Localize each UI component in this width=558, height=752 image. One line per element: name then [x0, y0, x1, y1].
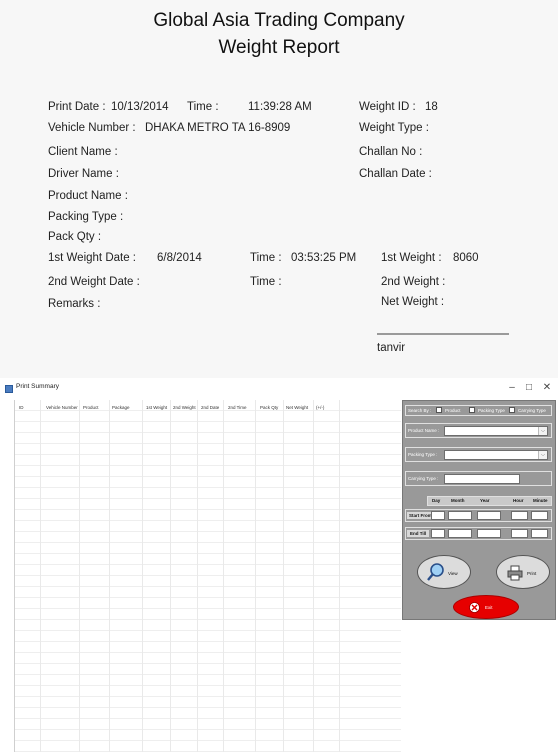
first-time-label: Time :: [250, 252, 282, 264]
print-summary-window: Print Summary – □ ✕ ID Vehicle Number Pr…: [0, 378, 558, 752]
end-till-label: End Till: [407, 530, 430, 537]
close-button[interactable]: ✕: [540, 381, 554, 395]
window-title: Print Summary: [16, 383, 59, 390]
hour-header: Hour: [513, 498, 524, 503]
packing-option-label: Packing Type: [478, 408, 505, 413]
weight-report: Global Asia Trading Company Weight Repor…: [0, 0, 558, 378]
product-option-label: Product: [445, 408, 461, 413]
column-header-product[interactable]: Product: [83, 405, 99, 410]
print-time-label: Time :: [187, 101, 219, 113]
title-bar[interactable]: Print Summary – □ ✕: [0, 378, 558, 400]
chevron-down-icon[interactable]: ⌵: [538, 451, 547, 459]
year-header: Year: [480, 498, 490, 503]
carrying-option-label: Carrying Type: [518, 408, 546, 413]
end-month-input[interactable]: [448, 529, 472, 538]
pack-qty-label: Pack Qty :: [48, 231, 102, 243]
column-header-vehicle-number[interactable]: Vehicle Number: [46, 405, 78, 410]
company-name: Global Asia Trading Company: [153, 10, 405, 31]
second-time-label: Time :: [250, 276, 282, 288]
client-label: Client Name :: [48, 146, 118, 158]
packing-label: Packing Type :: [48, 211, 124, 223]
remarks-label: Remarks :: [48, 298, 101, 310]
start-hour-input[interactable]: [511, 511, 528, 520]
column-header-package[interactable]: Package: [112, 405, 130, 410]
net-weight-label: Net Weight :: [381, 296, 445, 308]
packing-type-select[interactable]: ⌵: [444, 450, 548, 460]
product-checkbox[interactable]: [436, 407, 442, 413]
product-name-select[interactable]: ⌵: [444, 426, 548, 436]
print-date-value: 10/13/2014: [111, 101, 169, 113]
column-header-id[interactable]: ID: [19, 405, 24, 410]
search-panel: Search By : Product Packing Type Carryin…: [402, 400, 556, 620]
print-button[interactable]: Print: [496, 555, 550, 589]
magnifier-icon: [427, 563, 444, 581]
report-title: Weight Report: [218, 37, 340, 58]
second-weight-date-label: 2nd Weight Date :: [48, 276, 140, 288]
weight-id-label: Weight ID :: [359, 101, 416, 113]
first-time-value: 03:53:25 PM: [291, 252, 357, 264]
exit-button-label: Exit: [485, 605, 493, 610]
second-weight-label: 2nd Weight :: [381, 276, 446, 288]
day-header: Day: [432, 498, 441, 503]
product-name-label: Product Name :: [408, 428, 440, 433]
driver-label: Driver Name :: [48, 168, 119, 180]
vehicle-label: Vehicle Number :: [48, 122, 136, 134]
column-header-second-date[interactable]: 2nd Date: [201, 405, 219, 410]
start-minute-input[interactable]: [531, 511, 548, 520]
print-date-label: Print Date :: [48, 101, 106, 113]
end-minute-input[interactable]: [531, 529, 548, 538]
column-header-second-time[interactable]: 2nd Time: [228, 405, 247, 410]
start-month-input[interactable]: [448, 511, 472, 520]
vehicle-value: DHAKA METRO TA 16-8909: [145, 122, 291, 134]
end-year-input[interactable]: [477, 529, 501, 538]
signature-line: [377, 333, 509, 335]
view-button[interactable]: View: [417, 555, 471, 589]
signature-name: tanvir: [377, 342, 406, 354]
weight-id-value: 18: [425, 101, 438, 113]
month-header: Month: [451, 498, 465, 503]
search-by-label: Search By :: [408, 408, 432, 413]
column-header-plus-minus[interactable]: (+/-): [316, 405, 324, 410]
end-day-input[interactable]: [431, 529, 445, 538]
print-button-label: Print: [527, 571, 537, 576]
column-header-second-weight[interactable]: 2nd Weight: [173, 405, 196, 410]
summary-grid[interactable]: ID Vehicle Number Product Package 1st We…: [14, 400, 401, 752]
print-time-value: 11:39:28 AM: [248, 101, 312, 113]
printer-icon: [507, 565, 523, 581]
start-from-label: Start From: [407, 512, 434, 519]
packing-type-checkbox[interactable]: [469, 407, 475, 413]
chevron-down-icon[interactable]: ⌵: [538, 427, 547, 435]
product-label: Product Name :: [48, 190, 128, 202]
carrying-type-checkbox[interactable]: [509, 407, 515, 413]
packing-type-label: Packing Type :: [408, 452, 438, 457]
column-header-first-weight[interactable]: 1st Weight: [146, 405, 167, 410]
first-weight-date-label: 1st Weight Date :: [48, 252, 136, 264]
carrying-type-input[interactable]: [444, 474, 520, 484]
first-weight-date-value: 6/8/2014: [157, 252, 202, 264]
start-day-input[interactable]: [431, 511, 445, 520]
first-weight-label: 1st Weight :: [381, 252, 442, 264]
carrying-type-label: Carrying Type :: [408, 476, 439, 481]
challan-no-label: Challan No :: [359, 146, 423, 158]
exit-icon: [469, 602, 480, 613]
end-hour-input[interactable]: [511, 529, 528, 538]
column-header-pack-qty[interactable]: Pack Qty: [260, 405, 278, 410]
minute-header: Minute: [533, 498, 548, 503]
minimize-button[interactable]: –: [505, 381, 519, 395]
app-icon: [5, 385, 13, 393]
exit-button[interactable]: Exit: [453, 595, 519, 619]
start-year-input[interactable]: [477, 511, 501, 520]
first-weight-value: 8060: [453, 252, 479, 264]
maximize-button[interactable]: □: [522, 381, 536, 395]
view-button-label: View: [448, 571, 458, 576]
weight-type-label: Weight Type :: [359, 122, 429, 134]
column-header-net-weight[interactable]: Net Weight: [286, 405, 308, 410]
challan-date-label: Challan Date :: [359, 168, 432, 180]
